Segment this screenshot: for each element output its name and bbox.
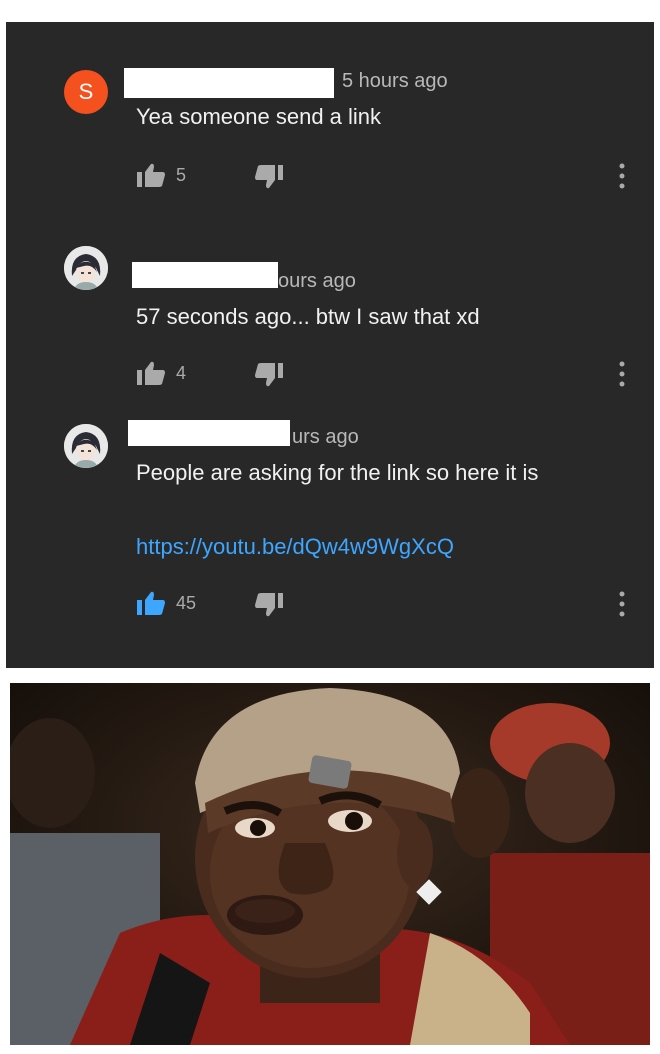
thumbs-down-icon[interactable] — [254, 592, 284, 618]
thumbs-up-icon[interactable] — [136, 590, 166, 616]
avatar[interactable]: S — [64, 70, 108, 114]
anime-avatar-icon — [64, 424, 108, 468]
comment-text: 57 seconds ago... btw I saw that xd — [136, 304, 480, 329]
comment-1: S 5 hours ago Yea someone send a link 5 — [6, 22, 654, 192]
like-count: 45 — [176, 593, 197, 613]
comment-timestamp: urs ago — [292, 426, 359, 448]
comment-text: Yea someone send a link — [136, 104, 382, 129]
avatar[interactable] — [64, 246, 108, 290]
comment-3: urs ago People are asking for the link s… — [6, 378, 654, 668]
reaction-photo-illustration — [10, 683, 650, 1045]
more-vertical-icon[interactable] — [612, 162, 632, 190]
comment-2: ours ago 57 seconds ago... btw I saw tha… — [6, 200, 654, 387]
thumbs-up-icon[interactable] — [136, 162, 166, 188]
comment-text: People are asking for the link so here i… — [136, 460, 539, 485]
comment-timestamp: 5 hours ago — [342, 70, 448, 92]
avatar[interactable] — [64, 424, 108, 468]
anime-avatar-icon — [64, 246, 108, 290]
redacted-username — [128, 420, 290, 446]
comments-panel: S 5 hours ago Yea someone send a link 5 — [6, 22, 654, 668]
reaction-photo — [10, 683, 650, 1045]
comment-timestamp: ours ago — [278, 270, 356, 292]
comment-link[interactable]: https://youtu.be/dQw4w9WgXcQ — [136, 534, 454, 560]
thumbs-down-icon[interactable] — [254, 164, 284, 190]
redacted-username — [132, 262, 278, 288]
like-count: 5 — [176, 165, 187, 185]
redacted-username — [124, 68, 334, 98]
more-vertical-icon[interactable] — [612, 590, 632, 618]
